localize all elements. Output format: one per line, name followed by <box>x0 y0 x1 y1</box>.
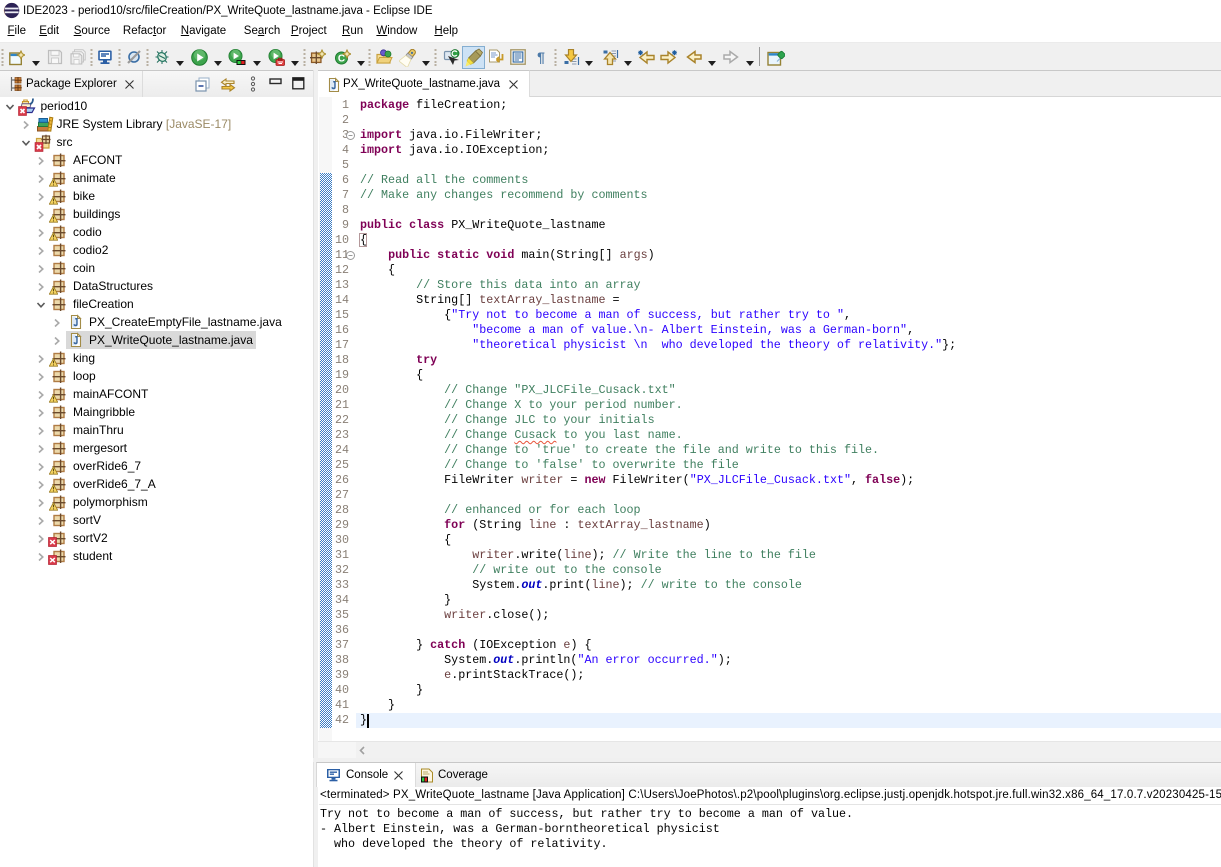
svg-text:C: C <box>338 54 345 65</box>
svg-text:¶: ¶ <box>537 49 545 65</box>
